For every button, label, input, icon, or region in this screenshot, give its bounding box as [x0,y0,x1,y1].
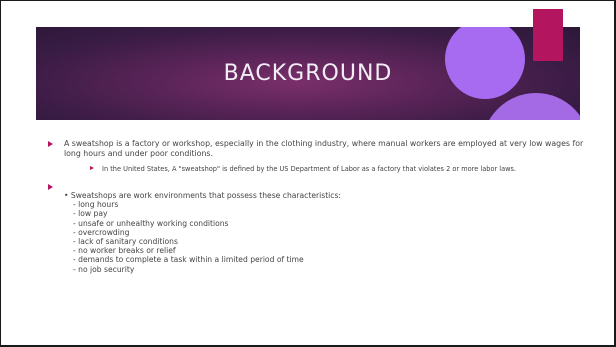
characteristic-item: - lack of sanitary conditions [73,236,178,246]
frame-border-left [0,0,1,347]
slide-title: BACKGROUND [223,61,393,86]
frame-border-top [0,0,616,1]
characteristic-item: - no job security [73,264,135,274]
characteristic-item: - unsafe or unhealthy working conditions [73,218,229,228]
bullet-arrow-icon [48,184,53,190]
title-banner: BACKGROUND [36,27,580,120]
bullet-definition-text: A sweatshop is a factory or workshop, es… [64,139,584,158]
sub-bullet-us-definition: In the United States, A "sweatshop" is d… [90,164,588,174]
accent-tab [533,9,563,61]
characteristic-item: - low pay [73,209,108,219]
bullet-definition: A sweatshop is a factory or workshop, es… [48,139,588,159]
bullet-empty [48,182,588,193]
sub-bullet-arrow-icon [90,166,94,170]
bullet-arrow-icon [48,141,53,147]
characteristic-item: - no worker breaks or relief [73,246,176,256]
characteristic-item: - long hours [73,200,119,210]
sub-bullet-text: In the United States, A "sweatshop" is d… [102,165,517,173]
characteristic-item: - overcrowding [73,227,130,237]
characteristics-list: • Sweatshops are work environments that … [64,191,588,274]
characteristic-item: - demands to complete a task within a li… [73,255,304,265]
slide: BACKGROUND A sweatshop is a factory or w… [0,0,616,347]
slide-body: A sweatshop is a factory or workshop, es… [48,139,588,274]
